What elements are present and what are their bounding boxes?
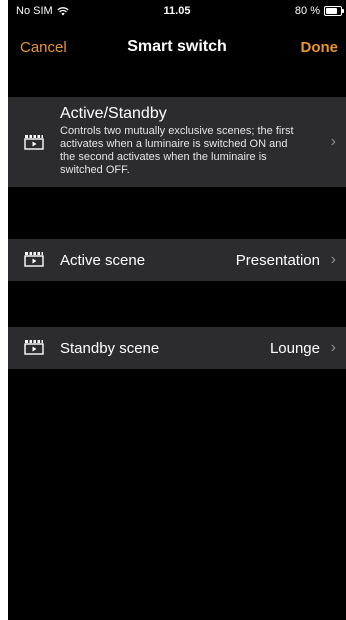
scene-clapperboard-icon xyxy=(24,135,44,150)
mode-row-active-standby[interactable]: Active/Standby Controls two mutually exc… xyxy=(8,97,346,187)
battery-label: 80 % xyxy=(294,5,320,17)
cancel-button[interactable]: Cancel xyxy=(20,39,67,56)
chevron-right-icon: › xyxy=(330,251,336,268)
phone-screen: No SIM 11.05 80 % Cancel Smart switch Do… xyxy=(8,0,346,620)
battery-fill xyxy=(326,8,338,14)
mode-title: Active/Standby xyxy=(60,105,167,122)
active-scene-value: Presentation xyxy=(235,252,320,269)
done-button[interactable]: Done xyxy=(301,39,339,56)
chevron-right-icon: › xyxy=(330,133,336,150)
status-bar: No SIM 11.05 80 % xyxy=(8,0,346,20)
navigation-bar: Cancel Smart switch Done xyxy=(8,20,346,70)
active-scene-row[interactable]: Active scene Presentation › xyxy=(8,239,346,281)
standby-scene-value: Lounge xyxy=(269,340,320,357)
standby-scene-label: Standby scene xyxy=(60,340,160,357)
active-scene-label: Active scene xyxy=(60,252,146,269)
scene-clapperboard-icon xyxy=(24,252,44,267)
battery-group: 80 % xyxy=(294,5,344,17)
mode-description: Controls two mutually exclusive scenes; … xyxy=(60,125,294,176)
chevron-right-icon: › xyxy=(330,339,336,356)
scene-clapperboard-icon xyxy=(24,340,44,355)
standby-scene-row[interactable]: Standby scene Lounge › xyxy=(8,327,346,369)
battery-icon xyxy=(324,6,344,16)
